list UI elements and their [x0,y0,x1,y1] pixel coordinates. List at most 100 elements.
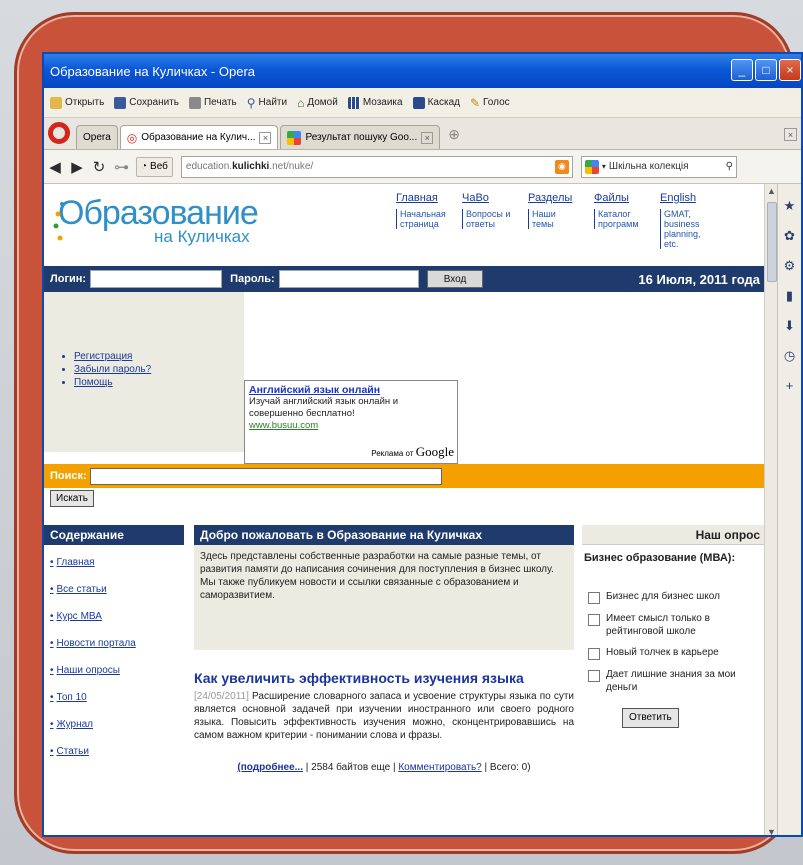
save-button[interactable]: Сохранить [114,96,179,109]
url-field[interactable]: education. kulichki .net/nuke/ ◉ [180,155,573,178]
site-search-input[interactable] [89,467,442,485]
contents-item[interactable]: • Все статьи [50,584,184,611]
login-button[interactable]: Вход [426,270,484,288]
find-button[interactable]: ⚲ Найти [247,96,287,110]
poll-option[interactable]: Дает лишние знания за мои деньги [582,668,764,694]
opera-page-icon: ◎ [126,130,138,145]
vertical-scrollbar[interactable]: ▲ ▼ [764,184,778,835]
printer-icon [188,96,201,109]
contents-item[interactable]: • Курс МВА [50,611,184,638]
register-link[interactable]: Регистрация [74,350,151,363]
home-button[interactable]: ⌂ Домой [297,96,338,110]
maximize-button[interactable]: □ [755,59,777,81]
tab-google-results[interactable]: Результат пошуку Goo... × [280,125,441,149]
toolbar: Открыть Сохранить Печать ⚲ Найти ⌂ Домой М… [44,88,801,118]
nav-home[interactable]: Главная Начальная страница [396,192,446,249]
voice-button[interactable]: ✎ Голос [470,96,510,110]
nav-english[interactable]: English GMAT, business planning, etc. [660,192,710,249]
google-icon [584,159,599,174]
contents-item[interactable]: • Главная [50,557,184,584]
contents-column: Содержание • Главная • Все статьи • Курс МВ… [44,525,184,773]
key-icon[interactable]: ⊶ [114,158,129,176]
poll-checkbox[interactable] [588,648,600,660]
history-icon[interactable]: ◷ [784,348,795,364]
chevron-down-icon[interactable]: ▾ [602,162,606,171]
nav-sections[interactable]: Разделы Наши темы [528,192,578,249]
ad-body: Изучай английский язык онлайн и совершен… [249,396,399,419]
top-navigation: Главная Начальная страница ЧаВо Вопросы и … [396,192,710,249]
contents-item[interactable]: • Топ 10 [50,692,184,719]
article-title[interactable]: Как увеличить эффективность изучения язы… [194,670,574,686]
google-ad[interactable]: Английский язык онлайн Изучай английский… [244,380,458,464]
close-tab-icon[interactable]: × [259,131,272,144]
read-more-link[interactable]: (подробнее... [237,762,303,773]
web-page: Образование на Куличках Главная Начальная… [44,184,764,835]
center-column: Добро пожаловать в Образование на Куличк… [194,525,574,773]
open-button[interactable]: Открыть [50,96,104,109]
poll-question: Бизнес образование (МВА): [584,552,736,564]
scroll-thumb[interactable] [767,202,777,282]
web-button[interactable]: ◔ Веб [136,156,173,177]
close-all-tabs-icon[interactable]: × [784,128,797,141]
poll-title: Наш опрос [582,525,764,545]
poll-submit-button[interactable]: Ответить [622,708,679,728]
poll-checkbox[interactable] [588,670,600,682]
bookmarks-icon[interactable]: ★ [784,198,796,214]
voice-icon: ✎ [469,95,481,110]
nav-files[interactable]: Файлы Каталог программ [594,192,644,249]
comment-link[interactable]: Комментировать? [398,762,481,773]
browser-window: Образование на Куличках - Opera _ □ × От… [42,52,803,837]
close-tab-icon[interactable]: × [421,131,434,144]
address-bar: ◀ ▶ ↻ ⊶ ◔ Веб education. kulichki .net/nuke… [44,150,801,184]
notes-icon[interactable]: ▮ [786,288,793,304]
contents-item[interactable]: • Статьи [50,746,184,773]
welcome-box: Здесь представлены собственные разработк… [194,545,574,650]
scroll-down-icon[interactable]: ▼ [767,827,776,835]
welcome-title: Добро пожаловать в Образование на Куличк… [194,525,574,545]
unite-icon[interactable]: ⚙ [784,258,796,274]
cascade-button[interactable]: Каскад [412,96,460,109]
window-title: Образование на Куличках - Opera [50,63,256,79]
ad-title[interactable]: Английский язык онлайн [249,384,453,396]
contents-item[interactable]: • Журнал [50,719,184,746]
poll-option[interactable]: Бизнес для бизнес школ [582,590,764,604]
site-search-button[interactable]: Искать [50,490,94,507]
new-tab-icon[interactable]: ⊕ [448,126,460,143]
help-link[interactable]: Помощь [74,376,151,389]
contents-item[interactable]: • Новости портала [50,638,184,665]
comment-total: | Всего: 0) [484,762,531,773]
magnifier-icon: ⚲ [246,95,256,110]
account-panel: Регистрация Забыли пароль? Помощь Англий… [44,292,764,464]
poll-option[interactable]: Имеет смысл только в рейтинговой школе [582,612,764,638]
widgets-icon[interactable]: ✿ [784,228,795,244]
ad-link[interactable]: www.busuu.com [249,420,453,431]
forgot-password-link[interactable]: Забыли пароль? [74,363,151,376]
poll-option[interactable]: Новый толчек в карьере [582,646,764,660]
poll-checkbox[interactable] [588,592,600,604]
add-panel-icon[interactable]: + [786,378,794,393]
transfers-icon[interactable]: ⬇ [784,318,795,334]
login-input[interactable] [90,270,223,288]
article-date: [24/05/2011] [194,691,249,702]
rss-icon[interactable]: ◉ [554,159,569,174]
password-input[interactable] [278,270,419,288]
minimize-button[interactable]: _ [731,59,753,81]
tile-button[interactable]: Мозаика [347,96,403,109]
contents-item[interactable]: • Наши опросы [50,665,184,692]
site-logo[interactable]: Образование на Куличках [53,194,259,247]
opera-logo-icon[interactable] [48,122,70,144]
site-header: Образование на Куличках Главная Начальная… [44,184,764,266]
scroll-up-icon[interactable]: ▲ [767,186,776,196]
close-button[interactable]: × [779,59,801,81]
tab-opera-menu[interactable]: Opera [76,125,118,149]
nav-faq[interactable]: ЧаВо Вопросы и ответы [462,192,512,249]
reload-icon[interactable]: ↻ [92,158,106,176]
back-icon[interactable]: ◀ [48,158,62,176]
poll-checkbox[interactable] [588,614,600,626]
forward-icon[interactable]: ▶ [70,158,84,176]
search-icon[interactable]: ⚲ [726,161,733,172]
search-field[interactable]: ▾ Шкільна колекція ⚲ [580,155,737,178]
print-button[interactable]: Печать [188,96,237,109]
tab-education[interactable]: ◎ Образование на Кулич... × [119,125,279,149]
welcome-text: Здесь представлены собственные разработк… [200,551,554,575]
